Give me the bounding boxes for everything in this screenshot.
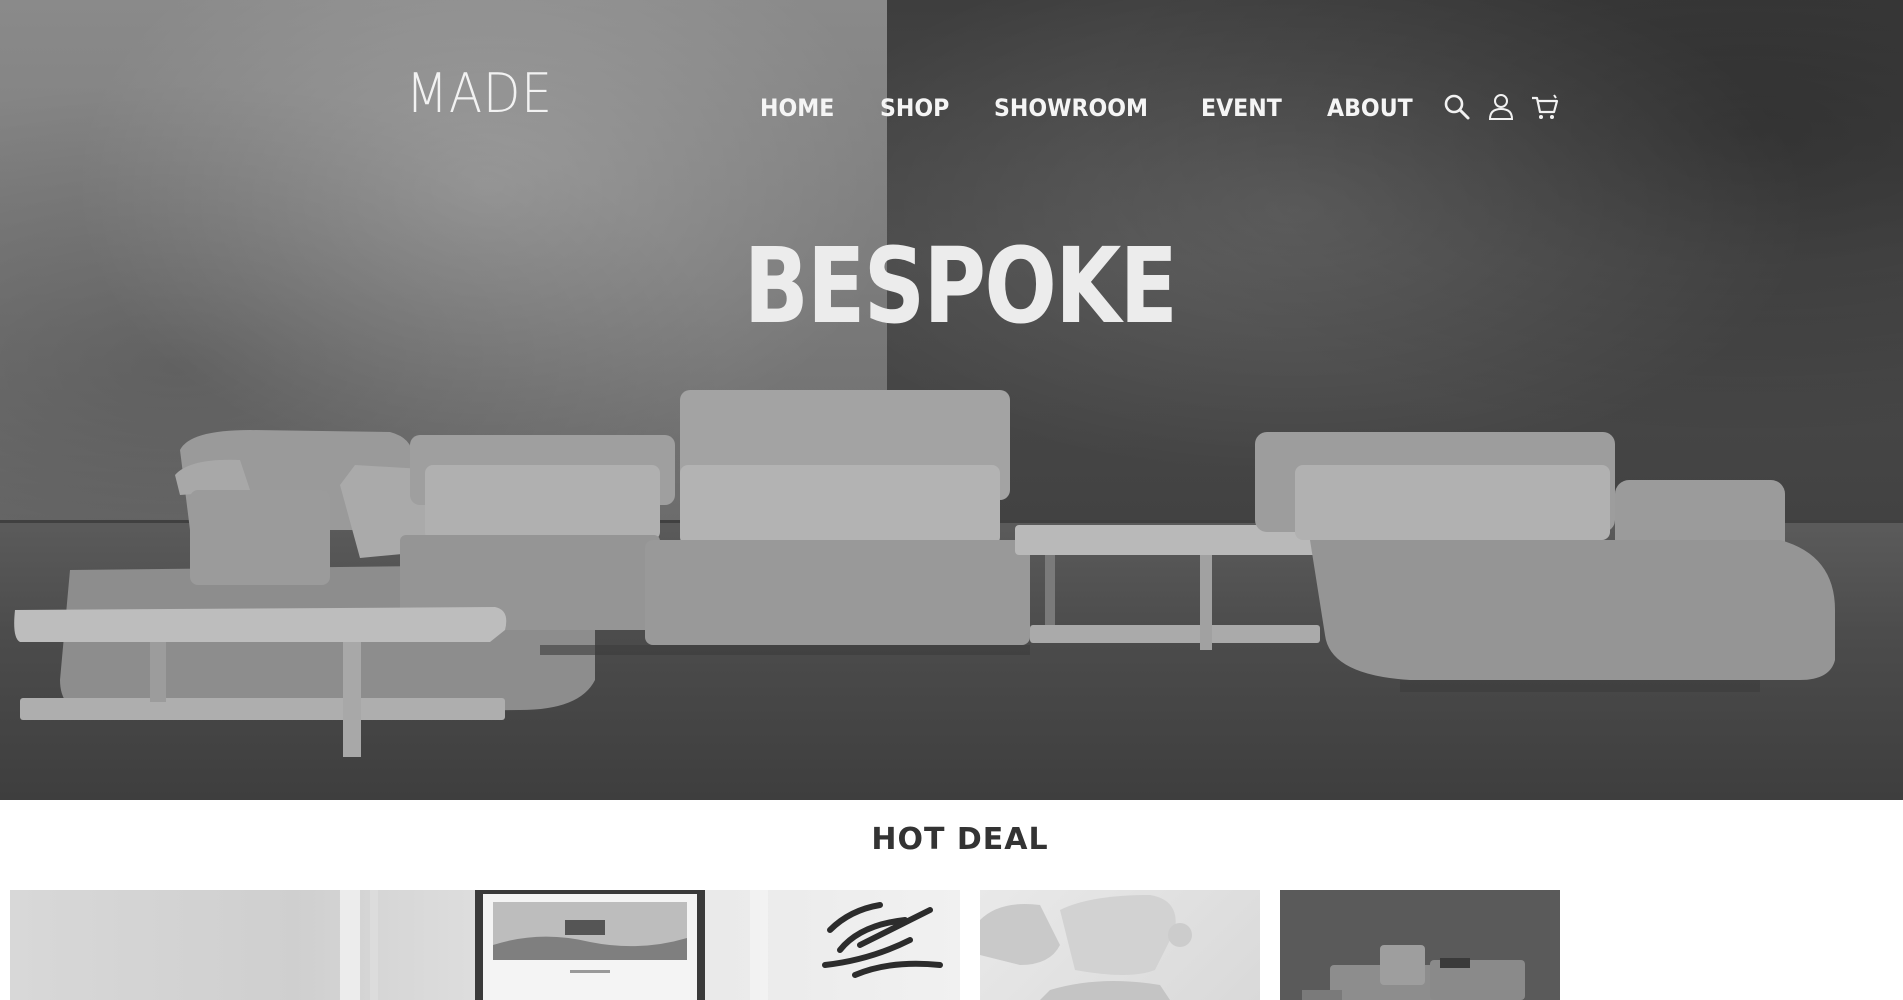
modular-sofa-image (980, 895, 1192, 1000)
nav-showroom[interactable]: SHOWROOM (994, 94, 1148, 122)
living-room-image (340, 890, 943, 1000)
nav-shop[interactable]: SHOP (880, 94, 949, 122)
deal-tile-modular-sofa[interactable] (980, 890, 1260, 1000)
user-icon[interactable] (1486, 92, 1516, 122)
deal-tile-sectional-sofa[interactable] (1280, 890, 1560, 1000)
hero-sofa-image (14, 390, 1835, 757)
header-icons (1442, 92, 1560, 122)
nav-event[interactable]: EVENT (1201, 94, 1282, 122)
hot-deal-title: HOT DEAL (871, 822, 1049, 857)
nav-about[interactable]: ABOUT (1327, 94, 1413, 122)
cart-icon[interactable] (1530, 92, 1560, 122)
nav-home[interactable]: HOME (760, 94, 834, 122)
hero-headline: BESPOKE (743, 225, 1178, 347)
site-logo[interactable]: MADE (406, 62, 553, 125)
deal-tile-living-room[interactable] (10, 890, 960, 1000)
main-nav: HOME SHOP SHOWROOM EVENT ABOUT (760, 94, 1460, 122)
sectional-sofa-image (1280, 890, 1560, 1000)
search-icon[interactable] (1442, 92, 1472, 122)
